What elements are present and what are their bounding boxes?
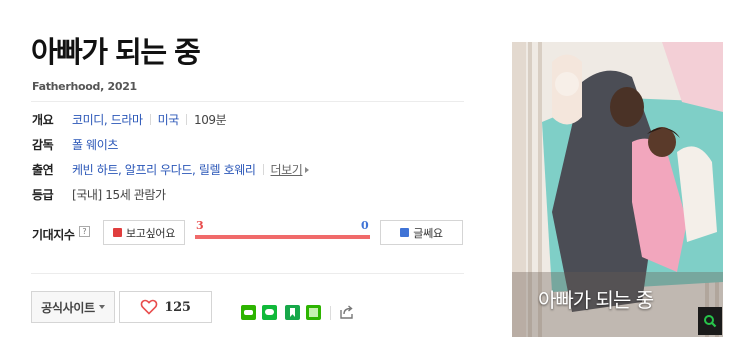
thumbs-up-icon: [112, 228, 122, 237]
chevron-right-icon: [305, 167, 310, 173]
divider: [330, 306, 331, 320]
help-icon[interactable]: ?: [79, 226, 90, 237]
not-sure-button[interactable]: 글쎄요: [380, 220, 463, 245]
want-count: 3: [196, 219, 204, 232]
info-overview-row: 개요 코미디, 드라마 미국 109분: [32, 112, 227, 128]
director-link[interactable]: 폴 웨이츠: [72, 138, 118, 152]
cast-label: 출연: [32, 163, 54, 177]
rating-label: 등급: [32, 188, 54, 202]
expectation-label: 기대지수: [32, 228, 75, 242]
info-cast-row: 출연 케빈 하트, 알프리 우다드, 릴렐 호웨리 더보기: [32, 162, 310, 178]
runtime: 109분: [193, 113, 227, 127]
thumbs-down-icon: [400, 228, 410, 237]
cast-links[interactable]: 케빈 하트, 알프리 우다드, 릴렐 호웨리: [72, 163, 256, 177]
movie-subtitle: Fatherhood, 2021: [32, 80, 137, 93]
divider: [31, 273, 464, 274]
cafe-icon[interactable]: [306, 305, 321, 320]
movie-title: 아빠가 되는 중: [31, 35, 201, 69]
official-site-label: 공식사이트: [41, 300, 95, 315]
expectation-bar: [195, 235, 370, 239]
chevron-down-icon: [98, 305, 105, 309]
overview-label: 개요: [32, 113, 54, 127]
rating-value: [국내] 15세 관람가: [72, 188, 166, 202]
official-site-button[interactable]: 공식사이트: [31, 291, 115, 323]
not-sure-label: 글쎄요: [413, 226, 443, 240]
dislike-count: 0: [361, 219, 369, 232]
line-icon[interactable]: [262, 305, 277, 320]
poster-zoom-button[interactable]: [698, 307, 722, 335]
expectation-bar-fill: [195, 235, 370, 239]
poster-title: 아빠가 되는 중: [538, 288, 654, 312]
want-to-see-button[interactable]: 보고싶어요: [103, 220, 185, 245]
like-count: 125: [164, 299, 191, 315]
search-icon: [704, 315, 717, 328]
heart-icon: [141, 299, 158, 315]
info-director-row: 감독 폴 웨이츠: [32, 137, 118, 153]
info-rating-row: 등급 [국내] 15세 관람가: [32, 187, 166, 203]
cast-more-link[interactable]: 더보기: [271, 163, 303, 177]
genre-link[interactable]: 코미디, 드라마: [72, 113, 143, 127]
country-link[interactable]: 미국: [158, 113, 180, 127]
band-icon[interactable]: [241, 305, 256, 320]
divider: [31, 101, 464, 102]
bookmark-icon[interactable]: [285, 305, 300, 320]
share-out-icon[interactable]: [339, 304, 355, 320]
like-button[interactable]: 125: [119, 291, 212, 323]
director-label: 감독: [32, 138, 54, 152]
want-to-see-label: 보고싶어요: [125, 226, 176, 240]
